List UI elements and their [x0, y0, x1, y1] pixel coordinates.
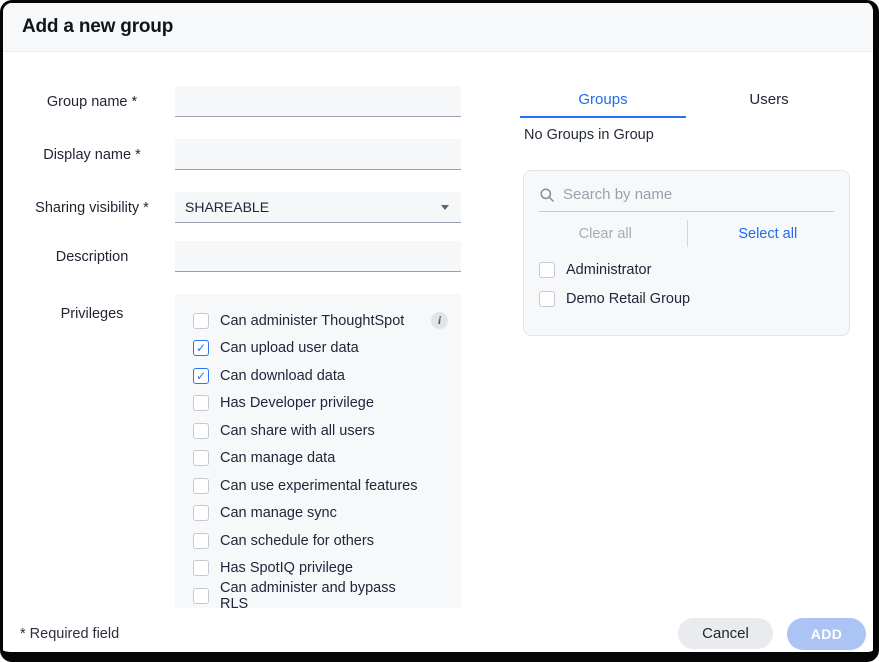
description-label: Description: [3, 249, 175, 265]
add-button[interactable]: ADD: [787, 618, 866, 650]
checkbox[interactable]: [193, 368, 209, 384]
chevron-down-icon: [441, 205, 449, 210]
list-item: Demo Retail Group: [524, 284, 849, 313]
add-group-dialog: Add a new group Group name * Display nam…: [0, 0, 879, 662]
checkbox[interactable]: [539, 291, 555, 307]
privileges-row: Privileges Can administer ThoughtSpot i …: [3, 294, 461, 608]
privilege-row: Can manage data i: [175, 445, 461, 473]
checkbox[interactable]: [193, 588, 209, 604]
privileges-panel: Can administer ThoughtSpot i Can upload …: [175, 294, 461, 608]
cancel-button[interactable]: Cancel: [678, 618, 773, 649]
checkbox[interactable]: [193, 478, 209, 494]
display-name-label: Display name *: [3, 147, 175, 163]
member-label: Demo Retail Group: [566, 291, 690, 307]
privilege-label: Can administer and bypass RLS: [220, 580, 421, 608]
group-name-label: Group name *: [3, 94, 175, 110]
dialog-header: Add a new group: [3, 3, 873, 52]
privilege-label: Can use experimental features: [220, 478, 417, 494]
privilege-row: Has Developer privilege i: [175, 390, 461, 418]
description-row: Description: [3, 241, 461, 272]
group-name-row: Group name *: [3, 86, 461, 117]
privilege-label: Has SpotIQ privilege: [220, 560, 353, 576]
privilege-row: Can upload user data i: [175, 335, 461, 363]
privilege-label: Can share with all users: [220, 423, 375, 439]
privilege-label: Can upload user data: [220, 340, 359, 356]
checkbox[interactable]: [193, 450, 209, 466]
search-icon: [539, 187, 555, 203]
checkbox[interactable]: [193, 313, 209, 329]
privilege-row: Can administer and bypass RLS i: [175, 582, 461, 608]
checkbox[interactable]: [539, 262, 555, 278]
sharing-visibility-label: Sharing visibility *: [3, 200, 175, 216]
bulk-actions: Clear all Select all: [524, 212, 849, 255]
search-row: [539, 186, 834, 212]
membership-tabs: Groups Users: [520, 88, 852, 118]
checkbox[interactable]: [193, 395, 209, 411]
privilege-label: Can administer ThoughtSpot: [220, 313, 404, 329]
display-name-input[interactable]: [175, 139, 461, 170]
checkbox[interactable]: [193, 423, 209, 439]
sharing-visibility-select[interactable]: SHAREABLE: [175, 192, 461, 223]
privilege-label: Can schedule for others: [220, 533, 374, 549]
privilege-row: Can use experimental features i: [175, 472, 461, 500]
actions-divider: [687, 220, 688, 247]
privilege-label: Can manage sync: [220, 505, 337, 521]
checkbox[interactable]: [193, 560, 209, 576]
tab-users[interactable]: Users: [686, 88, 852, 118]
privilege-label: Can download data: [220, 368, 345, 384]
privilege-row: Has SpotIQ privilege i: [175, 555, 461, 583]
privilege-label: Can manage data: [220, 450, 335, 466]
privilege-row: Can download data i: [175, 362, 461, 390]
info-icon[interactable]: i: [431, 312, 448, 329]
member-picker-panel: Clear all Select all Administrator Demo …: [523, 170, 850, 336]
membership-list: Administrator Demo Retail Group: [524, 255, 849, 313]
empty-groups-message: No Groups in Group: [524, 127, 654, 143]
sharing-visibility-row: Sharing visibility * SHAREABLE: [3, 192, 461, 223]
privilege-row: Can manage sync i: [175, 500, 461, 528]
page-title: Add a new group: [22, 16, 173, 38]
privilege-label: Has Developer privilege: [220, 395, 374, 411]
checkbox[interactable]: [193, 533, 209, 549]
tab-groups[interactable]: Groups: [520, 88, 686, 118]
description-input[interactable]: [175, 241, 461, 272]
privilege-row: Can schedule for others i: [175, 527, 461, 555]
required-field-note: * Required field: [20, 626, 119, 642]
sharing-visibility-value: SHAREABLE: [185, 199, 269, 215]
privilege-row: Can administer ThoughtSpot i: [175, 307, 461, 335]
privilege-row: Can share with all users i: [175, 417, 461, 445]
checkbox[interactable]: [193, 505, 209, 521]
privileges-label: Privileges: [3, 294, 175, 322]
display-name-row: Display name *: [3, 139, 461, 170]
clear-all-button[interactable]: Clear all: [524, 226, 687, 242]
list-item: Administrator: [524, 255, 849, 284]
search-input[interactable]: [563, 186, 834, 203]
group-name-input[interactable]: [175, 86, 461, 117]
checkbox[interactable]: [193, 340, 209, 356]
member-label: Administrator: [566, 262, 651, 278]
select-all-button[interactable]: Select all: [687, 226, 850, 242]
